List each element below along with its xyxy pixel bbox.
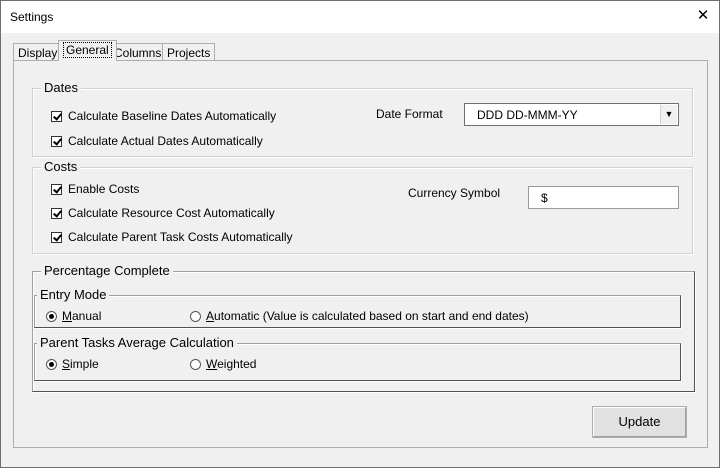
enable-costs-checkbox[interactable]	[51, 183, 62, 195]
actual-dates-label: Calculate Actual Dates Automatically	[68, 134, 263, 148]
tab-columns[interactable]: Columns	[109, 43, 167, 61]
entry-mode-title: Entry Mode	[37, 287, 110, 302]
average-calculation-title: Parent Tasks Average Calculation	[37, 335, 237, 350]
automatic-label: Automatic (Value is calculated based on …	[206, 309, 529, 323]
manual-label: Manual	[62, 309, 102, 323]
costs-group-title: Costs	[41, 159, 81, 174]
simple-label: Simple	[62, 357, 99, 371]
resource-cost-checkbox-row[interactable]: Calculate Resource Cost Automatically	[51, 206, 275, 220]
costs-group: Costs Enable Costs Calculate Resource Co…	[32, 159, 693, 254]
manual-radio[interactable]	[46, 310, 57, 322]
average-calculation-group: Parent Tasks Average Calculation Simple …	[34, 335, 681, 381]
simple-radio[interactable]	[46, 358, 57, 370]
enable-costs-checkbox-row[interactable]: Enable Costs	[51, 182, 139, 196]
automatic-radio[interactable]	[190, 310, 201, 322]
tab-display[interactable]: Display	[13, 43, 63, 61]
weighted-radio-row[interactable]: Weighted	[190, 357, 256, 371]
currency-symbol-input[interactable]	[528, 186, 679, 209]
enable-costs-label: Enable Costs	[68, 182, 140, 196]
currency-symbol-label: Currency Symbol	[408, 186, 501, 200]
automatic-radio-row[interactable]: Automatic (Value is calculated based on …	[190, 309, 529, 323]
actual-dates-checkbox[interactable]	[51, 135, 62, 147]
update-button-label: Update	[618, 414, 661, 429]
simple-radio-row[interactable]: Simple	[46, 357, 99, 371]
parent-task-costs-label: Calculate Parent Task Costs Automaticall…	[68, 230, 293, 244]
tab-projects[interactable]: Projects	[162, 43, 216, 61]
weighted-radio[interactable]	[190, 358, 201, 370]
resource-cost-label: Calculate Resource Cost Automatically	[68, 206, 275, 220]
resource-cost-checkbox[interactable]	[51, 207, 62, 219]
actual-dates-checkbox-row[interactable]: Calculate Actual Dates Automatically	[51, 134, 263, 148]
dates-group: Dates Calculate Baseline Dates Automatic…	[32, 80, 693, 157]
tab-general[interactable]: General	[58, 40, 117, 61]
chevron-down-icon[interactable]: ▼	[660, 105, 677, 124]
date-format-value: DDD DD-MMM-YY	[477, 108, 578, 122]
entry-mode-group: Entry Mode Manual Automatic (Value is ca…	[34, 287, 681, 328]
settings-window: Settings ✕ Display General Columns Proje…	[0, 0, 720, 468]
dates-group-title: Dates	[41, 80, 81, 95]
window-title: Settings	[10, 10, 54, 24]
tab-strip: Display General Columns Projects	[1, 39, 719, 61]
weighted-label: Weighted	[206, 357, 257, 371]
manual-radio-row[interactable]: Manual	[46, 309, 101, 323]
close-icon[interactable]: ✕	[691, 6, 715, 26]
general-tab-panel: Dates Calculate Baseline Dates Automatic…	[13, 60, 708, 448]
baseline-dates-label: Calculate Baseline Dates Automatically	[68, 109, 277, 123]
date-format-select[interactable]: DDD DD-MMM-YY ▼	[464, 103, 679, 126]
baseline-dates-checkbox-row[interactable]: Calculate Baseline Dates Automatically	[51, 109, 276, 123]
parent-task-costs-checkbox-row[interactable]: Calculate Parent Task Costs Automaticall…	[51, 230, 293, 244]
title-bar: Settings ✕	[1, 1, 719, 33]
percentage-complete-group: Percentage Complete Entry Mode Manual Au…	[32, 263, 695, 392]
update-button[interactable]: Update	[592, 406, 687, 438]
parent-task-costs-checkbox[interactable]	[51, 231, 62, 243]
date-format-label: Date Format	[376, 107, 443, 121]
baseline-dates-checkbox[interactable]	[51, 110, 62, 122]
percentage-complete-title: Percentage Complete	[41, 263, 173, 278]
